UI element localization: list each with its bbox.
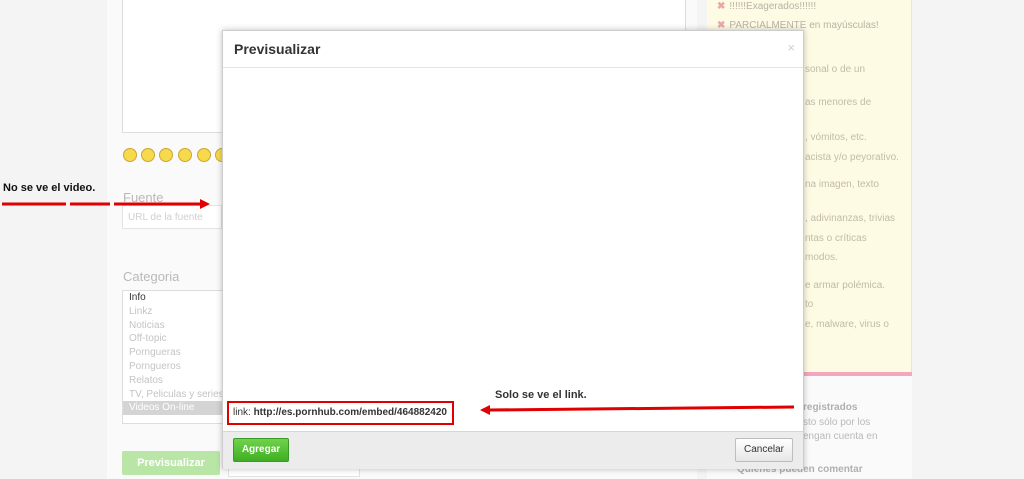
modal-footer: Agregar Cancelar	[223, 431, 803, 469]
emoji-cool-icon[interactable]	[159, 148, 173, 162]
agregar-button[interactable]: Agregar	[233, 438, 289, 462]
permissions-text: sto sólo por los	[803, 417, 871, 428]
emoji-surprised-icon[interactable]	[197, 148, 211, 162]
rule-fragment: modos.	[805, 252, 838, 263]
rule-item: ✖ !!!!!!Exagerados!!!!!!	[717, 1, 816, 12]
rule-fragment: sonal o de un	[805, 64, 866, 75]
rule-fragment: e armar polémica.	[805, 280, 886, 291]
category-option[interactable]: Porngueras	[123, 346, 222, 360]
annotation-no-video: No se ve el video.	[3, 182, 96, 194]
rule-text: !!!!!!Exagerados!!!!!!	[729, 1, 817, 12]
rule-fragment: na imagen, texto	[805, 179, 879, 190]
emoji-sad-icon[interactable]	[178, 148, 192, 162]
category-option[interactable]: Off-topic	[123, 332, 222, 346]
annotation-arrow-right-icon	[480, 405, 795, 415]
link-highlight-box	[227, 401, 454, 425]
rule-fragment: as menores de	[805, 97, 872, 108]
rule-fragment: , vómitos, etc.	[805, 132, 867, 143]
category-option[interactable]: Relatos	[123, 374, 222, 388]
emoji-grin-icon[interactable]	[141, 148, 155, 162]
cross-icon: ✖	[717, 1, 726, 12]
category-select[interactable]: Info Linkz Noticias Off-topic Porngueras…	[122, 290, 223, 424]
page-left-gutter	[0, 0, 107, 479]
category-option[interactable]: Porngueros	[123, 360, 222, 374]
cancelar-button[interactable]: Cancelar	[735, 438, 793, 462]
categoria-label: Categoria	[123, 269, 180, 284]
rule-fragment: , adivinanzas, trivias	[805, 213, 896, 224]
rule-fragment: e, malware, virus o	[805, 319, 889, 330]
category-option[interactable]: Info	[123, 291, 222, 305]
category-option-selected[interactable]: Videos On-line	[123, 401, 222, 416]
annotation-arrow-left-icon	[2, 199, 210, 209]
category-option[interactable]: TV, Peliculas y series	[123, 388, 222, 402]
close-icon[interactable]: ×	[787, 40, 795, 55]
category-option[interactable]: Noticias	[123, 319, 222, 333]
modal-title: Previsualizar	[234, 41, 321, 57]
modal-header: Previsualizar ×	[223, 31, 803, 68]
registrados-heading: registrados	[803, 402, 858, 413]
rule-fragment: ntas o críticas	[805, 233, 867, 244]
rule-fragment: acista y/o peyorativo.	[805, 152, 899, 163]
permissions-text: engan cuenta en	[803, 431, 878, 442]
category-option[interactable]: Linkz	[123, 305, 222, 319]
rule-fragment: to	[805, 299, 814, 310]
previsualizar-button[interactable]: Previsualizar	[122, 451, 220, 475]
emoji-smile-icon[interactable]	[123, 148, 137, 162]
